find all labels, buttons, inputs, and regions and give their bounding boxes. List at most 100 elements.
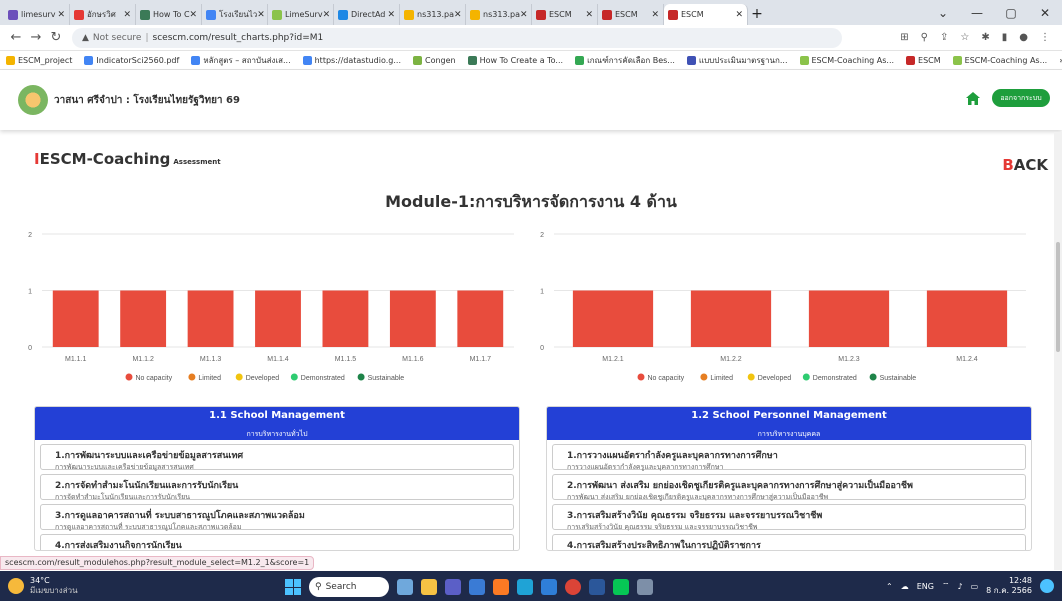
sidepanel-icon[interactable]: ▮	[1002, 32, 1008, 43]
browser-tab[interactable]: ns313.pa ✕	[466, 4, 532, 25]
minimize-icon[interactable]: —	[960, 6, 994, 20]
brand-subtitle: Assessment	[173, 158, 221, 166]
logout-button[interactable]: ออกจากระบบ	[992, 89, 1050, 107]
menu-icon[interactable]: ⋮	[1040, 32, 1050, 43]
indicator-item[interactable]: 3.การดูแลอาคารสถานที่ ระบบสาธารณูปโภคและ…	[40, 504, 514, 531]
browser-tab[interactable]: ESCM ✕	[598, 4, 664, 25]
tab-favicon-icon	[272, 9, 282, 20]
browser-tab[interactable]: ns313.pa ✕	[400, 4, 466, 25]
browser-tab[interactable]: LimeSurv ✕	[268, 4, 334, 25]
x-tick-label: M1.1.5	[335, 356, 357, 363]
back-arrow-icon[interactable]: ←	[6, 30, 26, 45]
back-button[interactable]: BACK	[1002, 156, 1048, 174]
share-icon[interactable]: ⇪	[940, 32, 948, 43]
browser-tab[interactable]: limesurv ✕	[4, 4, 70, 25]
indicator-item[interactable]: 4.การส่งเสริมงานกิจการนักเรียน	[40, 534, 514, 550]
file-explorer-icon[interactable]	[421, 579, 437, 595]
tab-close-icon[interactable]: ✕	[190, 10, 198, 20]
tab-close-icon[interactable]: ✕	[520, 10, 528, 20]
bookmark-item[interactable]: https://datastudio.g...	[302, 55, 401, 65]
app-icon[interactable]	[637, 579, 653, 595]
mail-icon[interactable]	[541, 579, 557, 595]
tab-close-icon[interactable]: ✕	[123, 10, 131, 20]
indicator-item[interactable]: 1.การวางแผนอัตรากำลังครูและบุคลากรทางการ…	[552, 444, 1026, 471]
bookmark-item[interactable]: หลักสูตร – สถาบันส่งเส...	[191, 54, 291, 67]
word-icon[interactable]	[589, 579, 605, 595]
indicator-subtitle: การจัดทำสำมะโนนักเรียนและการรับนักเรียน	[55, 493, 191, 501]
clock[interactable]: 12:48 8 ก.ค. 2566	[986, 576, 1032, 596]
bookmark-item[interactable]: เกณฑ์การคัดเลือก Bes...	[575, 54, 675, 67]
taskbar-search[interactable]: ⚲ Search	[309, 577, 389, 597]
tab-close-icon[interactable]: ✕	[257, 10, 265, 20]
indicator-item[interactable]: 4.การเสริมสร้างประสิทธิภาพในการปฏิบัติรา…	[552, 534, 1026, 550]
notification-icon[interactable]	[1040, 579, 1054, 593]
volume-icon[interactable]: ♪	[958, 582, 963, 591]
scrollbar-thumb[interactable]	[1056, 242, 1060, 352]
browser-tab[interactable]: ESCM ✕	[532, 4, 598, 25]
close-window-icon[interactable]: ✕	[1028, 6, 1062, 20]
bookmark-item[interactable]: ESCM_project	[6, 55, 72, 65]
browser-tab[interactable]: How To C ✕	[136, 4, 202, 25]
cloud-icon[interactable]: ☁	[901, 582, 909, 591]
card-school-management: 1.1 School Management การบริหารงานทั่วไป 1…	[34, 406, 520, 551]
xampp-icon[interactable]	[493, 579, 509, 595]
browser-tab[interactable]: โรงเรียนไว ✕	[202, 4, 268, 25]
line-icon[interactable]	[613, 579, 629, 595]
browser-tab[interactable]: DirectAd ✕	[334, 4, 400, 25]
browser-tab[interactable]: อักษรวิศ ✕	[70, 4, 136, 25]
chat-icon[interactable]	[445, 579, 461, 595]
edge-icon[interactable]	[517, 579, 533, 595]
indicator-title: 2.การจัดทำสำมะโนนักเรียนและการรับนักเรีย…	[55, 481, 239, 491]
home-icon[interactable]	[966, 92, 980, 105]
bookmark-item[interactable]: ESCM	[906, 55, 941, 65]
indicator-item[interactable]: 1.การพัฒนาระบบและเครือข่ายข้อมูลสารสนเทศ…	[40, 444, 514, 471]
reload-icon[interactable]: ↻	[46, 30, 66, 45]
indicator-title: 3.การดูแลอาคารสถานที่ ระบบสาธารณูปโภคและ…	[55, 511, 305, 521]
weather-widget[interactable]: 34°C มีเมฆบางส่วน	[0, 576, 200, 596]
chrome-icon[interactable]	[565, 579, 581, 595]
chart-1-2: 0 1 2 M1.2.1 M1.2.2 M1.2.3 M1.2.4 No capacity Li…	[540, 232, 1026, 382]
tab-close-icon[interactable]: ✕	[387, 10, 395, 20]
legend-swatch	[747, 373, 755, 381]
browser-tab[interactable]: ESCM ✕	[664, 4, 748, 25]
star-icon[interactable]: ☆	[960, 32, 969, 43]
bar-M1.1.7	[457, 290, 504, 347]
card-personnel-management: 1.2 School Personnel Management การบริหาร…	[546, 406, 1032, 551]
battery-icon[interactable]: ▭	[971, 582, 979, 591]
maximize-icon[interactable]: ▢	[994, 6, 1028, 20]
bookmark-item[interactable]: ESCM-Coaching As...	[799, 55, 894, 65]
tray-chevron-icon[interactable]: ⌃	[886, 582, 893, 591]
wifi-icon[interactable]: ⌔	[942, 581, 950, 591]
indicator-item[interactable]: 2.การจัดทำสำมะโนนักเรียนและการรับนักเรีย…	[40, 474, 514, 501]
url-input[interactable]: ▲ Not secure | scescm.com/result_charts.…	[72, 27, 842, 48]
forward-arrow-icon[interactable]: →	[26, 30, 46, 45]
widgets-icon[interactable]	[397, 579, 413, 595]
tab-close-icon[interactable]: ✕	[57, 10, 65, 20]
bookmark-item[interactable]: Congen	[412, 55, 456, 65]
tab-close-icon[interactable]: ✕	[735, 10, 743, 20]
bookmark-favicon-icon	[302, 55, 312, 65]
new-tab-icon[interactable]: +	[748, 4, 766, 25]
tab-close-icon[interactable]: ✕	[651, 10, 659, 20]
indicator-item[interactable]: 3.การเสริมสร้างวินัย คุณธรรม จริยธรรม แล…	[552, 504, 1026, 531]
store-icon[interactable]	[469, 579, 485, 595]
indicator-item[interactable]: 2.การพัฒนา ส่งเสริม ยกย่องเชิดชูเกียรติค…	[552, 474, 1026, 501]
translate-icon[interactable]: ⊞	[900, 32, 908, 43]
zoom-icon[interactable]: ⚲	[921, 32, 928, 43]
extensions-icon[interactable]: ✱	[981, 32, 989, 43]
page-scrollbar[interactable]	[1054, 132, 1062, 570]
bookmark-item[interactable]: IndicatorSci2560.pdf	[84, 55, 179, 65]
bookmark-item[interactable]: แบบประเมินมาตรฐานก...	[686, 54, 788, 67]
tab-favicon-icon	[404, 9, 414, 20]
tab-close-icon[interactable]: ✕	[585, 10, 593, 20]
profile-icon[interactable]: ●	[1019, 32, 1028, 43]
windows-start-icon[interactable]	[285, 579, 301, 595]
bookmark-label: https://datastudio.g...	[314, 55, 401, 65]
tab-close-icon[interactable]: ✕	[454, 10, 462, 20]
bookmark-item[interactable]: ESCM-Coaching As...	[952, 55, 1047, 65]
bookmark-item[interactable]: How To Create a To...	[467, 55, 563, 65]
tab-close-icon[interactable]: ✕	[323, 10, 331, 20]
tab-search-icon[interactable]: ⌄	[926, 6, 960, 20]
tab-label: โรงเรียนไว	[219, 10, 258, 19]
language-indicator[interactable]: ENG	[917, 582, 934, 591]
